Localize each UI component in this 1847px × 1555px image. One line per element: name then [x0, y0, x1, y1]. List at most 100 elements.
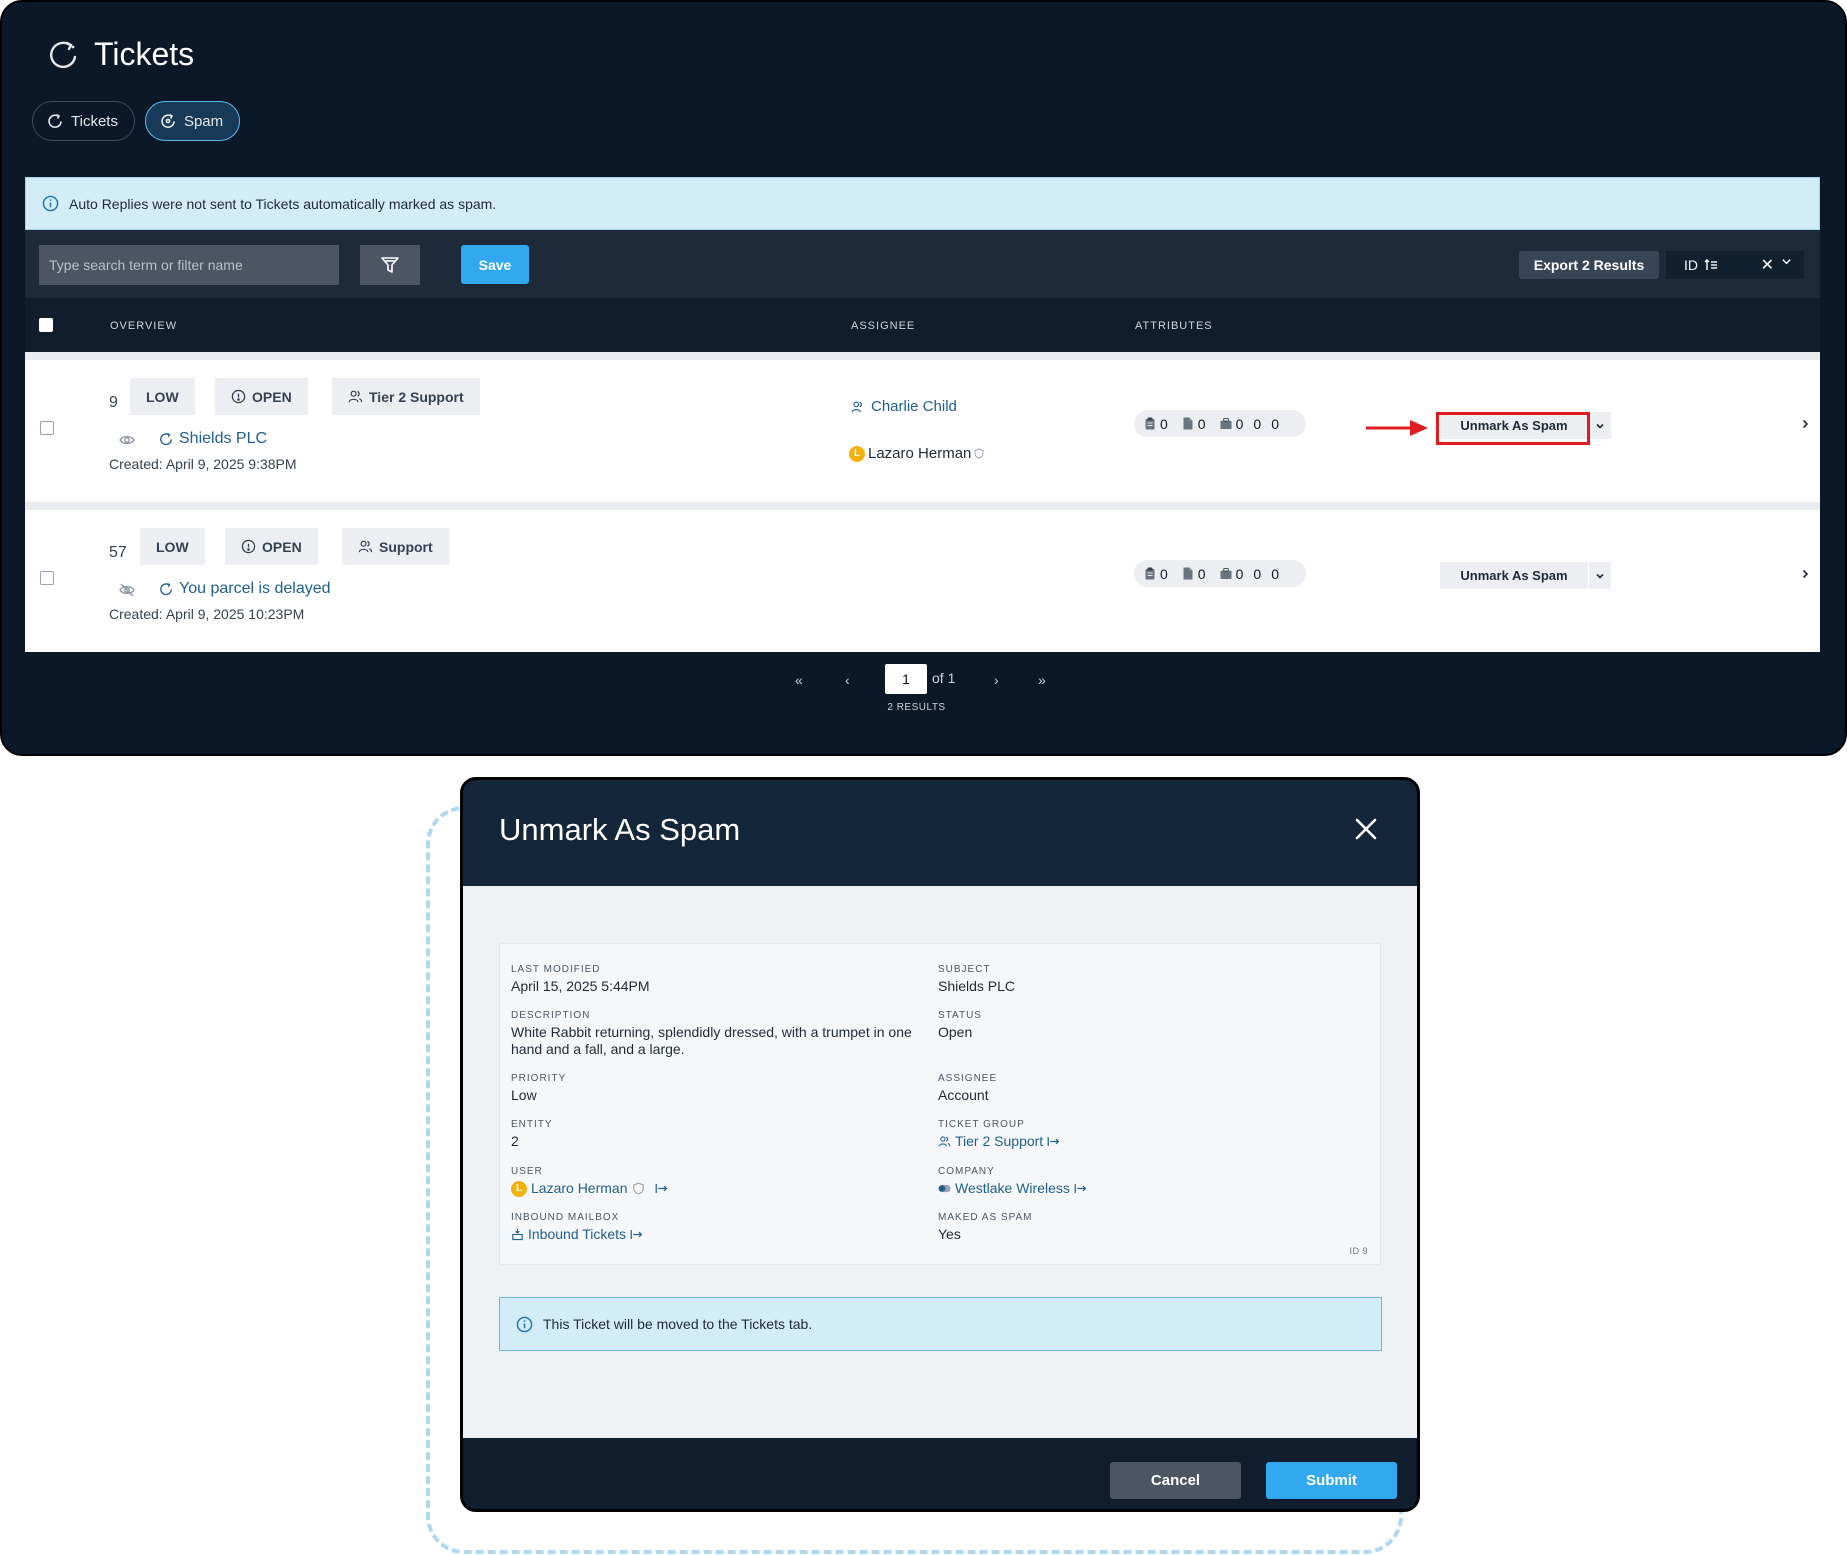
document-icon [1183, 417, 1193, 430]
page-total: of 1 [932, 670, 956, 686]
field-inbound-mailbox: INBOUND MAILBOX Inbound Tickets [511, 1212, 643, 1243]
tab-label: Spam [183, 112, 224, 130]
ticket-group-link[interactable]: Tier 2 Support [938, 1133, 1060, 1150]
ticket-subject: You parcel is delayed [179, 580, 331, 597]
field-label: LAST MODIFIED [511, 964, 601, 975]
attr-count: 0 [1253, 565, 1262, 582]
modal-body: LAST MODIFIED April 15, 2025 5:44PM SUBJ… [463, 886, 1417, 1438]
created-date: Created: April 9, 2025 9:38PM [109, 456, 297, 472]
sort-select[interactable]: ID ✕ [1666, 251, 1804, 279]
last-page-button[interactable]: » [1038, 672, 1046, 688]
unmark-actions-dropdown[interactable] [1589, 412, 1611, 439]
field-value: Low [511, 1087, 537, 1103]
field-label: INBOUND MAILBOX [511, 1212, 620, 1223]
chevron-right-icon[interactable] [1800, 568, 1810, 580]
chevron-down-icon [1596, 573, 1604, 579]
field-label: TICKET GROUP [938, 1119, 1025, 1130]
sort-label: ID [1684, 257, 1698, 273]
priority-badge: LOW [140, 528, 205, 565]
field-entity: ENTITY 2 [511, 1119, 553, 1150]
filter-button[interactable] [360, 245, 420, 285]
field-user: USER L Lazaro Herman [511, 1166, 668, 1197]
column-attributes[interactable]: ATTRIBUTES [1135, 320, 1213, 332]
modal-header: Unmark As Spam [463, 780, 1417, 886]
tab-spam[interactable]: Spam [144, 101, 241, 141]
user-link[interactable]: L Lazaro Herman [849, 445, 984, 462]
ticket-id-tag: ID 9 [1349, 1246, 1368, 1256]
field-value: Inbound Tickets [528, 1226, 627, 1242]
clear-sort-icon[interactable]: ✕ [1761, 255, 1774, 275]
chevron-right-icon[interactable] [1800, 418, 1810, 430]
save-button[interactable]: Save [461, 245, 529, 284]
unmark-actions-dropdown[interactable] [1589, 562, 1611, 589]
field-value: April 15, 2025 5:44PM [511, 978, 650, 994]
ticket-cycle-icon [50, 41, 77, 68]
next-page-button[interactable]: › [994, 672, 999, 688]
move-notice: This Ticket will be moved to the Tickets… [499, 1297, 1382, 1351]
assignee-link[interactable]: Charlie Child [851, 398, 957, 415]
users-icon [348, 390, 363, 403]
sort-order-icon[interactable] [1704, 258, 1718, 272]
eye-off-icon[interactable] [119, 582, 135, 598]
attr-count: 0 [1197, 415, 1206, 432]
assignee-name: Charlie Child [871, 398, 957, 415]
chevron-down-icon[interactable] [1781, 256, 1792, 267]
field-subject: SUBJECT Shields PLC [938, 964, 1015, 995]
open-link-icon[interactable] [630, 1228, 643, 1241]
field-label: COMPANY [938, 1166, 995, 1177]
prev-page-button[interactable]: ‹ [845, 672, 850, 688]
page-title-text: Tickets [94, 36, 195, 72]
users-icon [938, 1136, 951, 1147]
row-checkbox[interactable] [40, 421, 54, 435]
row-divider [25, 502, 1820, 510]
submit-button[interactable]: Submit [1266, 1462, 1397, 1499]
group-text: Support [379, 538, 433, 555]
field-value: Westlake Wireless [955, 1180, 1070, 1196]
ticket-details-card: LAST MODIFIED April 15, 2025 5:44PM SUBJ… [499, 943, 1381, 1265]
table-row[interactable]: 57 LOW OPEN Support You parcel is delaye… [25, 510, 1820, 652]
attr-count: 0 [1160, 565, 1168, 582]
user-link[interactable]: L Lazaro Herman [511, 1180, 668, 1197]
field-value: Open [938, 1024, 973, 1040]
status-text: OPEN [252, 388, 292, 405]
row-checkbox[interactable] [40, 571, 54, 585]
company-link[interactable]: Westlake Wireless [938, 1180, 1087, 1197]
first-page-button[interactable]: « [795, 672, 803, 688]
unmark-spam-modal: Unmark As Spam LAST MODIFIED April 15, 2… [460, 777, 1420, 1512]
column-assignee[interactable]: ASSIGNEE [851, 320, 915, 332]
info-circle-icon [241, 539, 256, 554]
tab-bar: Tickets Spam [32, 101, 241, 141]
unmark-as-spam-button[interactable]: Unmark As Spam [1440, 562, 1588, 589]
export-results-button[interactable]: Export 2 Results [1519, 251, 1659, 279]
ticket-subject-link[interactable]: Shields PLC [159, 430, 267, 448]
page-title: Tickets [46, 36, 194, 73]
column-overview[interactable]: OVERVIEW [110, 320, 177, 332]
field-marked-as-spam: MAKED AS SPAM Yes [938, 1212, 1033, 1243]
close-icon[interactable] [1353, 816, 1379, 842]
attr-count: 0 [1271, 415, 1279, 432]
priority-badge: LOW [130, 378, 195, 415]
cancel-button[interactable]: Cancel [1110, 1462, 1241, 1499]
open-link-icon[interactable] [655, 1182, 668, 1195]
eye-icon[interactable] [119, 432, 135, 448]
user-icon [851, 401, 862, 412]
pagination: « ‹ 1 of 1 › » 2 RESULTS [0, 662, 1847, 722]
field-priority: PRIORITY Low [511, 1073, 566, 1104]
tab-tickets[interactable]: Tickets [32, 101, 135, 141]
mailbox-icon [512, 1228, 523, 1241]
open-link-icon[interactable] [1074, 1182, 1087, 1195]
inbound-mailbox-link[interactable]: Inbound Tickets [511, 1226, 643, 1243]
tab-label: Tickets [71, 112, 118, 130]
field-value: Yes [938, 1226, 961, 1242]
open-link-icon[interactable] [1047, 1135, 1060, 1148]
info-circle-icon [231, 389, 246, 404]
page-number-input[interactable]: 1 [885, 664, 927, 694]
field-value: Account [938, 1087, 989, 1103]
search-input[interactable] [39, 245, 339, 285]
table-header: OVERVIEW ASSIGNEE ATTRIBUTES [25, 298, 1820, 352]
field-label: DESCRIPTION [511, 1010, 591, 1021]
status-text: OPEN [262, 538, 302, 555]
ticket-subject-link[interactable]: You parcel is delayed [159, 580, 331, 598]
select-all-checkbox[interactable] [39, 318, 53, 332]
field-value: White Rabbit returning, splendidly dress… [511, 1024, 912, 1057]
